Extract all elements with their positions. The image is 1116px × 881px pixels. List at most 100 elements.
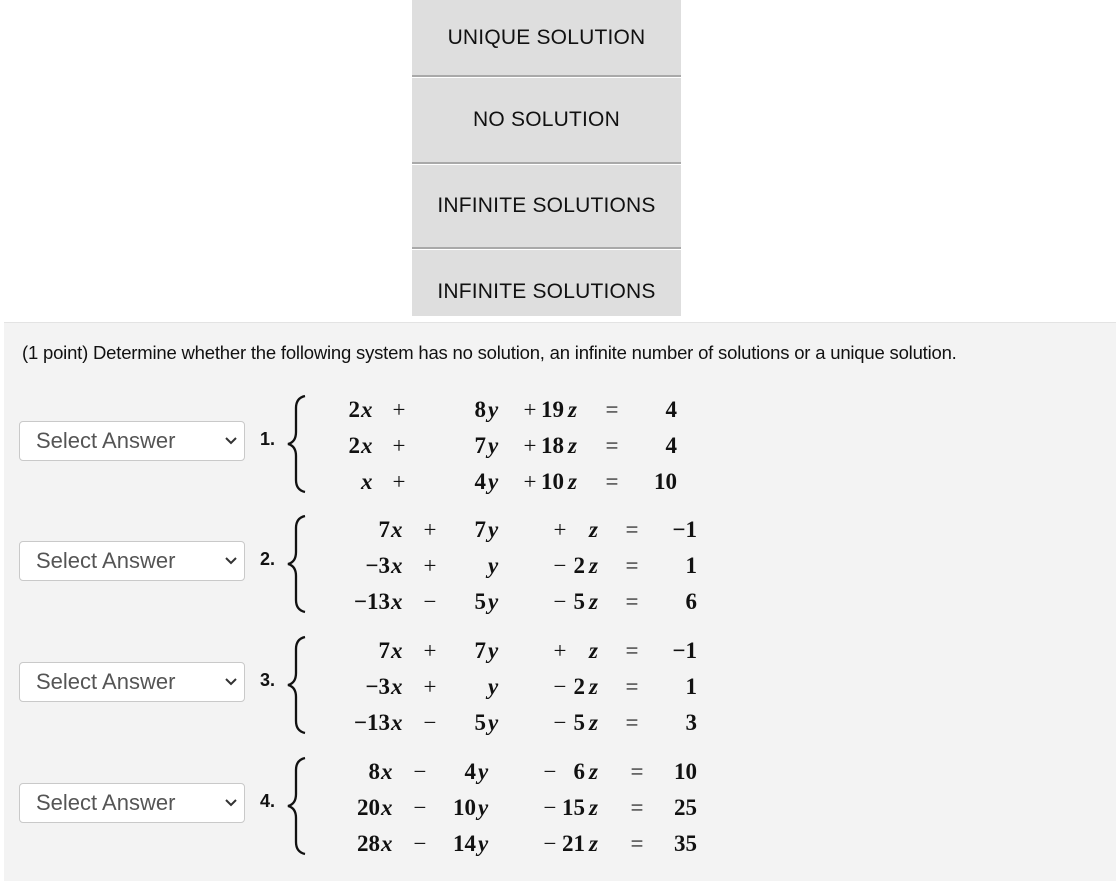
- variable-y: y: [488, 674, 499, 699]
- answer-select[interactable]: Select Answer: [19, 421, 245, 461]
- coefficient-x: −13: [353, 710, 390, 735]
- variable-z: z: [589, 674, 598, 699]
- chevron-down-icon: [225, 799, 237, 807]
- variable-z: z: [589, 759, 598, 784]
- operator: +: [392, 433, 406, 458]
- equals-sign: =: [605, 469, 619, 494]
- variable-y: y: [488, 469, 499, 494]
- operator: −: [543, 831, 557, 856]
- variable-z: z: [568, 433, 577, 458]
- variable-y: y: [488, 397, 499, 422]
- coefficient-z: 10: [541, 469, 564, 494]
- variable-x: x: [361, 469, 373, 494]
- coefficient-y: 5: [474, 589, 487, 614]
- answer-option-label: INFINITE SOLUTIONS: [437, 194, 656, 217]
- problem-number: 3.: [260, 670, 276, 690]
- variable-y: y: [488, 589, 499, 614]
- variable-x: x: [391, 553, 403, 578]
- variable-z: z: [589, 553, 598, 578]
- variable-x: x: [381, 795, 393, 820]
- operator: +: [423, 517, 437, 542]
- variable-z: z: [589, 831, 598, 856]
- operator: −: [413, 759, 427, 784]
- coefficient-z: 2: [573, 553, 586, 578]
- answer-select[interactable]: Select Answer: [19, 541, 245, 581]
- problem-prompt: (1 point) Determine whether the followin…: [22, 342, 957, 363]
- coefficient-x: 2: [348, 397, 361, 422]
- equation-row: 2 x +7 y +18 z = 4: [312, 428, 712, 464]
- equals-sign: =: [630, 831, 644, 856]
- answer-option[interactable]: INFINITE SOLUTIONS: [412, 165, 681, 247]
- operator: −: [423, 589, 437, 614]
- variable-y: y: [488, 517, 499, 542]
- equation-row: 20 x −10 y −15 z = 25: [312, 790, 712, 826]
- variable-z: z: [589, 710, 598, 735]
- equation-system: 2 x +8 y +19 z = 4 2 x +7 y +18 z = 4 x +4 y +10 z = 10: [312, 392, 712, 500]
- coefficient-x: 7: [378, 517, 391, 542]
- answer-option[interactable]: NO SOLUTION: [412, 78, 681, 162]
- answer-option[interactable]: UNIQUE SOLUTION: [412, 0, 681, 75]
- variable-z: z: [589, 517, 598, 542]
- operator: +: [392, 469, 406, 494]
- coefficient-y: 4: [464, 759, 477, 784]
- problem-number: 1.: [260, 429, 276, 449]
- variable-y: y: [488, 638, 499, 663]
- coefficient-z: 18: [541, 433, 564, 458]
- operator: −: [553, 710, 567, 735]
- equals-sign: =: [625, 553, 639, 578]
- variable-x: x: [361, 433, 373, 458]
- equation-row: x +4 y +10 z = 10: [312, 464, 712, 500]
- operator: +: [553, 638, 567, 663]
- operator: +: [423, 638, 437, 663]
- right-hand-side: 1: [685, 674, 698, 699]
- variable-y: y: [478, 759, 489, 784]
- divider: [412, 75, 681, 77]
- select-placeholder: Select Answer: [36, 548, 176, 573]
- coefficient-z: 5: [573, 589, 586, 614]
- variable-y: y: [488, 553, 499, 578]
- equation-system: 7 x +7 y + z = −1 −3 x + y −2 z = 1 −13 x −5 y −5 z = 3: [312, 633, 712, 741]
- coefficient-y: 14: [453, 831, 476, 856]
- coefficient-z: 21: [562, 831, 585, 856]
- operator: +: [523, 469, 537, 494]
- equals-sign: =: [625, 638, 639, 663]
- equation-system: 7 x +7 y + z = −1 −3 x + y −2 z = 1 −13 x −5 y −5 z = 6: [312, 512, 712, 620]
- brace-icon: [287, 514, 306, 614]
- operator: +: [523, 397, 537, 422]
- coefficient-z: 2: [573, 674, 586, 699]
- coefficient-x: 28: [357, 831, 380, 856]
- coefficient-y: 4: [474, 469, 487, 494]
- brace-icon: [287, 635, 306, 735]
- right-hand-side: 25: [674, 795, 697, 820]
- coefficient-x: −13: [353, 589, 390, 614]
- equation-row: 2 x +8 y +19 z = 4: [312, 392, 712, 428]
- right-hand-side: 4: [665, 397, 678, 422]
- answer-select[interactable]: Select Answer: [19, 662, 245, 702]
- answer-option[interactable]: INFINITE SOLUTIONS: [412, 250, 681, 316]
- coefficient-z: 5: [573, 710, 586, 735]
- operator: +: [423, 674, 437, 699]
- variable-y: y: [488, 710, 499, 735]
- coefficient-y: 8: [474, 397, 487, 422]
- answer-option-label: NO SOLUTION: [473, 108, 620, 131]
- answer-select[interactable]: Select Answer: [19, 783, 245, 823]
- variable-x: x: [391, 589, 403, 614]
- equals-sign: =: [605, 433, 619, 458]
- operator: −: [553, 553, 567, 578]
- equation-row: −3 x + y −2 z = 1: [312, 548, 712, 584]
- brace-icon: [287, 756, 306, 856]
- right-hand-side: 35: [674, 831, 697, 856]
- equals-sign: =: [625, 674, 639, 699]
- coefficient-y: 10: [453, 795, 476, 820]
- variable-x: x: [361, 397, 373, 422]
- coefficient-x: −3: [365, 674, 390, 699]
- variable-x: x: [391, 638, 403, 663]
- variable-y: y: [488, 433, 499, 458]
- equation-row: −13 x −5 y −5 z = 6: [312, 584, 712, 620]
- operator: −: [413, 831, 427, 856]
- problem-panel: (1 point) Determine whether the followin…: [4, 322, 1116, 881]
- coefficient-x: 8: [368, 759, 381, 784]
- equals-sign: =: [625, 710, 639, 735]
- variable-x: x: [391, 710, 403, 735]
- operator: −: [423, 710, 437, 735]
